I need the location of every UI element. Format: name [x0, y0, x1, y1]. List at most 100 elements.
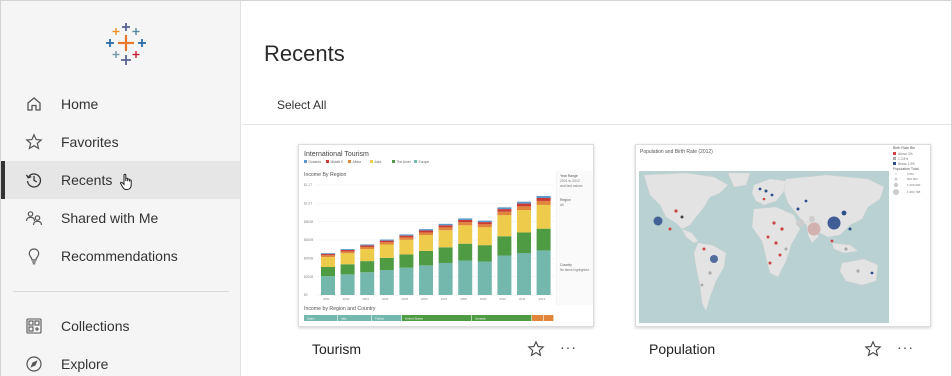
thumb-x-tick: 2005: [401, 297, 408, 301]
favorite-star-icon[interactable]: [864, 340, 882, 358]
thumb-bar-segment: [458, 218, 473, 220]
thumb-bar-segment: [340, 249, 355, 251]
workbook-thumbnail[interactable]: Population and Birth Rate (2012) Birth R…: [635, 144, 931, 327]
thumb-bar-segment: [419, 230, 433, 233]
thumb-bar-segment: [477, 227, 492, 246]
thumb-bar-segment: [340, 253, 355, 265]
shared-users-icon: [25, 211, 43, 226]
thumb-lower-segment: [544, 315, 554, 321]
thumb-bar-segment: [340, 251, 355, 254]
thumb-bar-segment: [379, 239, 394, 241]
thumb-x-tick: 2009: [480, 297, 487, 301]
thumb-bar-segment: [477, 245, 492, 262]
workbook-name[interactable]: Tourism: [312, 341, 361, 357]
thumb-x-tick: 2003: [362, 297, 369, 301]
thumb-size-item: 0.5M: [907, 172, 914, 176]
thumb-side-label: All: [560, 203, 564, 207]
sidebar: Home Favorites Recents Shared with Me Re…: [1, 1, 241, 376]
thumb-size-item: 500,000: [907, 177, 918, 181]
sidebar-item-home[interactable]: Home: [1, 85, 240, 123]
thumb-bar-segment: [458, 260, 473, 295]
sidebar-item-label: Explore: [61, 356, 109, 372]
thumb-bar-segment: [399, 239, 414, 255]
thumb-bar-segment: [438, 223, 453, 226]
thumb-legend-item: Above 3%: [898, 152, 913, 156]
thumb-lower-title: Income by Region and Country: [304, 306, 376, 312]
thumb-legend-label: The Amer: [397, 160, 412, 164]
thumb-x-axis: 2001 2002 2003 2004 2005 2006 2007 2008 2009 2010…: [323, 297, 546, 301]
thumb-bar-segment: [517, 201, 531, 204]
thumb-x-tick: 2006: [421, 297, 428, 301]
thumb-bar-segment: [399, 234, 414, 236]
thumb-bar-segment: [321, 253, 335, 255]
workbook-name[interactable]: Population: [649, 341, 715, 357]
more-actions-icon[interactable]: ···: [560, 340, 577, 354]
thumb-bar-segment: [321, 256, 335, 267]
thumb-bar-segment: [360, 272, 375, 295]
sidebar-item-label: Home: [61, 96, 99, 112]
thumb-x-tick: 2012: [539, 297, 546, 301]
thumb-bar-segment: [419, 235, 433, 251]
select-all-button[interactable]: Select All: [277, 98, 326, 112]
sidebar-item-favorites[interactable]: Favorites: [1, 123, 240, 161]
thumb-legend-item: 1-3.5%: [898, 157, 908, 161]
thumb-bar-segment: [536, 200, 551, 205]
clock-history-icon: [25, 173, 42, 188]
thumb-bar-segment: [360, 246, 375, 249]
thumb-lower-label: Spain: [307, 317, 315, 321]
thumb-bar-segment: [477, 220, 492, 223]
content-divider: [242, 124, 951, 125]
thumb-side-label: 2001 to 2012: [560, 179, 580, 183]
thumb-legend-swatch: [326, 160, 329, 163]
favorite-star-icon[interactable]: [527, 340, 545, 358]
thumb-bar-segment: [360, 248, 375, 262]
thumb-y-tick: $1.0T: [304, 202, 312, 206]
thumb-bar-segment: [536, 204, 551, 229]
more-actions-icon[interactable]: ···: [897, 340, 914, 354]
thumb-bar-segment: [517, 206, 531, 211]
sidebar-item-recents[interactable]: Recents: [1, 161, 240, 199]
sidebar-item-label: Collections: [61, 318, 130, 334]
thumb-bar-segment: [536, 250, 551, 295]
thumb-bar-segment: [321, 276, 335, 295]
thumb-bar-segment: [477, 224, 492, 228]
workbook-card-population[interactable]: Population and Birth Rate (2012) Birth R…: [635, 144, 935, 369]
thumb-side-label: Country: [560, 263, 572, 267]
thumb-legend-label: Oceania: [309, 160, 321, 164]
sidebar-item-collections[interactable]: Collections: [1, 307, 240, 345]
thumb-bar-segment: [438, 230, 453, 248]
thumb-title: Population and Birth Rate (2012): [640, 149, 713, 155]
tableau-logo[interactable]: [105, 21, 147, 67]
workbook-thumbnail[interactable]: International Tourism Oceania Middle E Afr…: [298, 144, 594, 327]
thumb-bar-segment: [477, 261, 492, 295]
thumb-legend: Oceania Middle E Africa Asia The Amer Europe: [304, 160, 429, 164]
sidebar-item-label: Recommendations: [61, 248, 178, 264]
thumb-bar-segment: [399, 254, 414, 268]
thumb-bar-segment: [321, 266, 335, 277]
sidebar-item-recommendations[interactable]: Recommendations: [1, 237, 240, 275]
thumb-legend-swatch: [392, 160, 395, 163]
thumb-bar-segment: [458, 222, 473, 226]
thumb-bar-segment: [379, 257, 394, 271]
collections-icon: [26, 318, 42, 334]
thumb-bar-segment: [419, 250, 433, 266]
thumb-bar-segment: [321, 255, 335, 257]
compass-icon: [26, 356, 42, 372]
thumb-size-title: Population Total: [893, 167, 919, 171]
workbook-card-tourism[interactable]: International Tourism Oceania Middle E Afr…: [298, 144, 598, 369]
thumb-y-tick: $200B: [304, 275, 313, 279]
thumb-bar-segment: [379, 242, 394, 245]
thumb-bar-segment: [438, 247, 453, 263]
thumb-bar-segment: [517, 253, 531, 295]
thumb-bar-segment: [458, 219, 473, 223]
sidebar-item-explore[interactable]: Explore: [1, 345, 240, 376]
lightbulb-icon: [28, 248, 40, 265]
thumb-x-tick: 2008: [460, 297, 467, 301]
sidebar-item-shared-with-me[interactable]: Shared with Me: [1, 199, 240, 237]
thumb-size-item: 1,382,798: [907, 190, 921, 194]
thumb-side-label: Region: [560, 198, 571, 202]
thumb-lower-label: Italy: [341, 317, 347, 321]
thumb-legend-title: Birth Rate Bin: [893, 146, 915, 150]
thumb-bar-segment: [497, 211, 512, 216]
sidebar-divider: [13, 291, 229, 292]
